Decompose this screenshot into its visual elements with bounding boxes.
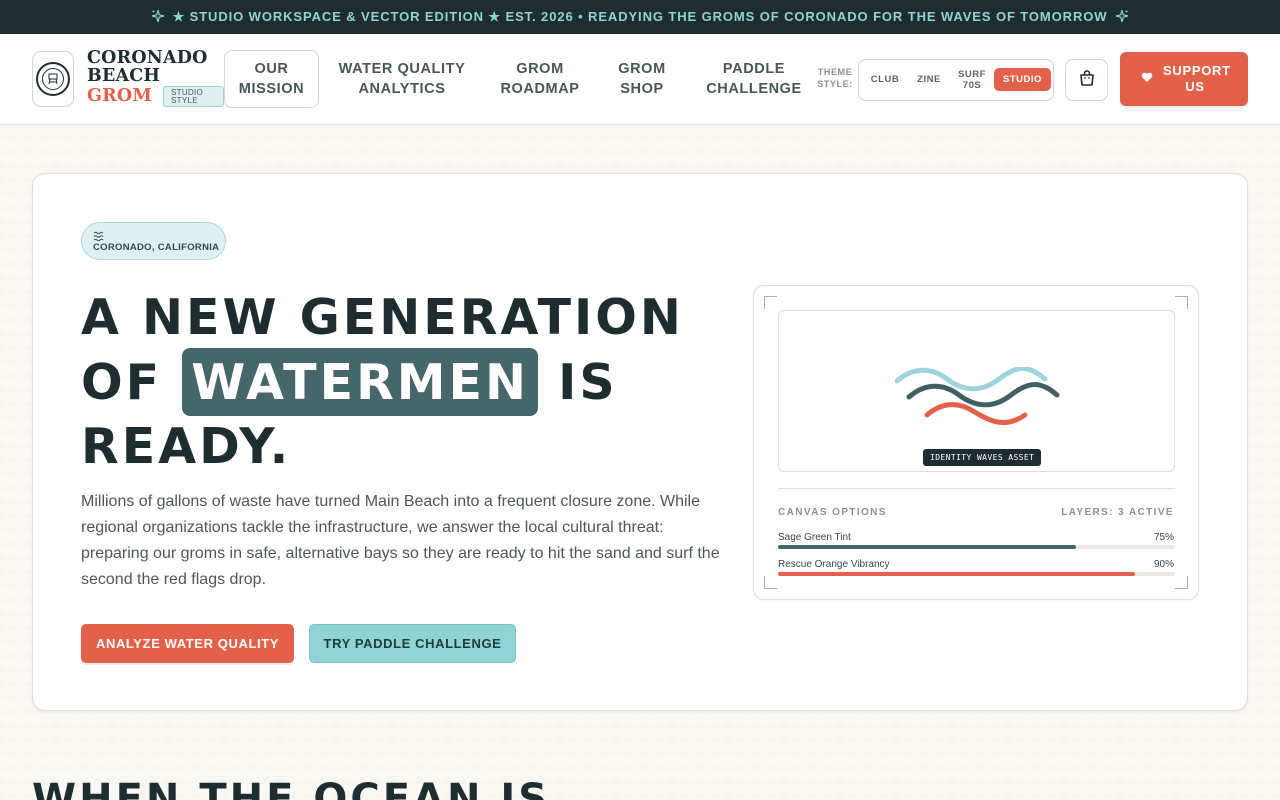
logo-badge[interactable] [32, 51, 74, 107]
slider-label-sage-green: Sage Green Tint [778, 532, 851, 543]
lifeguard-tower-icon [36, 62, 70, 96]
sparkle-icon [1115, 9, 1129, 26]
slider-value-sage-green: 75% [1153, 532, 1174, 543]
slider-fill-sage-green [778, 545, 1076, 549]
brand-name-line1: CORONADO [87, 48, 208, 68]
sparkle-icon [151, 9, 165, 26]
canvas-options-title: CANVAS OPTIONS [778, 507, 887, 518]
hero-card: CORONADO, CALIFORNIA A NEW GENERATION OF… [32, 173, 1248, 711]
slider-rescue-orange[interactable] [778, 572, 1175, 576]
heart-icon [1141, 71, 1153, 87]
theme-style-label: THEME STYLE: [817, 67, 853, 89]
crop-corner [1175, 576, 1188, 589]
nav-item-grom-shop[interactable]: GROM SHOP [610, 50, 674, 108]
headline-highlight: WATERMEN [182, 348, 539, 416]
canvas-artboard[interactable]: IDENTITY WAVES ASSET [778, 310, 1175, 472]
cart-button[interactable] [1065, 59, 1108, 101]
slider-fill-rescue-orange [778, 572, 1136, 576]
theme-option-club[interactable]: CLUB [865, 68, 905, 91]
slider-value-rescue-orange: 90% [1153, 559, 1174, 570]
theme-option-surf-70s[interactable]: SURF 70S [953, 68, 991, 91]
crop-corner [764, 296, 777, 309]
support-us-button[interactable]: SUPPORT US [1120, 52, 1248, 106]
support-us-label: SUPPORT US [1163, 63, 1231, 94]
hero-headline: A NEW GENERATION OF WATERMEN IS READY. [81, 287, 741, 477]
slider-sage-green[interactable] [778, 545, 1175, 549]
location-badge: CORONADO, CALIFORNIA [81, 222, 226, 260]
asset-label: IDENTITY WAVES ASSET [923, 449, 1042, 466]
theme-option-studio[interactable]: STUDIO [994, 68, 1051, 91]
site-header: CORONADO BEACH GROM STUDIO STYLE OUR MIS… [0, 34, 1280, 125]
theme-option-zine[interactable]: ZINE [909, 68, 949, 91]
try-paddle-challenge-button[interactable]: TRY PADDLE CHALLENGE [309, 624, 516, 663]
divider [778, 488, 1175, 489]
nav-item-water-quality-analytics[interactable]: WATER QUALITY ANALYTICS [336, 50, 468, 108]
theme-style-switcher: CLUB ZINE SURF 70S STUDIO [858, 59, 1054, 101]
crop-corner [764, 576, 777, 589]
analyze-water-quality-button[interactable]: ANALYZE WATER QUALITY [81, 624, 294, 663]
nav-item-our-mission[interactable]: OUR MISSION [224, 50, 319, 108]
nav-item-paddle-challenge[interactable]: PADDLE CHALLENGE [700, 50, 808, 108]
announcement-banner: ★ STUDIO WORKSPACE & VECTOR EDITION ★ ES… [0, 0, 1280, 34]
layers-count: LAYERS: 3 ACTIVE [1061, 507, 1174, 518]
location-text: CORONADO, CALIFORNIA [93, 242, 220, 253]
identity-waves-graphic [895, 367, 1060, 426]
canvas-panel: IDENTITY WAVES ASSET CANVAS OPTIONS LAYE… [753, 285, 1199, 600]
brand-name-line2: BEACH [87, 66, 161, 86]
banner-text: ★ STUDIO WORKSPACE & VECTOR EDITION ★ ES… [172, 9, 1108, 24]
section-heading: WHEN THE OCEAN IS [32, 776, 551, 800]
nav-item-grom-roadmap[interactable]: GROM ROADMAP [494, 50, 586, 108]
cart-icon [1078, 69, 1096, 92]
brand-name-line3: GROM [87, 86, 152, 106]
crop-corner [1175, 296, 1188, 309]
studio-style-tag: STUDIO STYLE [163, 86, 224, 107]
slider-label-rescue-orange: Rescue Orange Vibrancy [778, 559, 890, 570]
hero-description: Millions of gallons of waste have turned… [81, 493, 720, 588]
